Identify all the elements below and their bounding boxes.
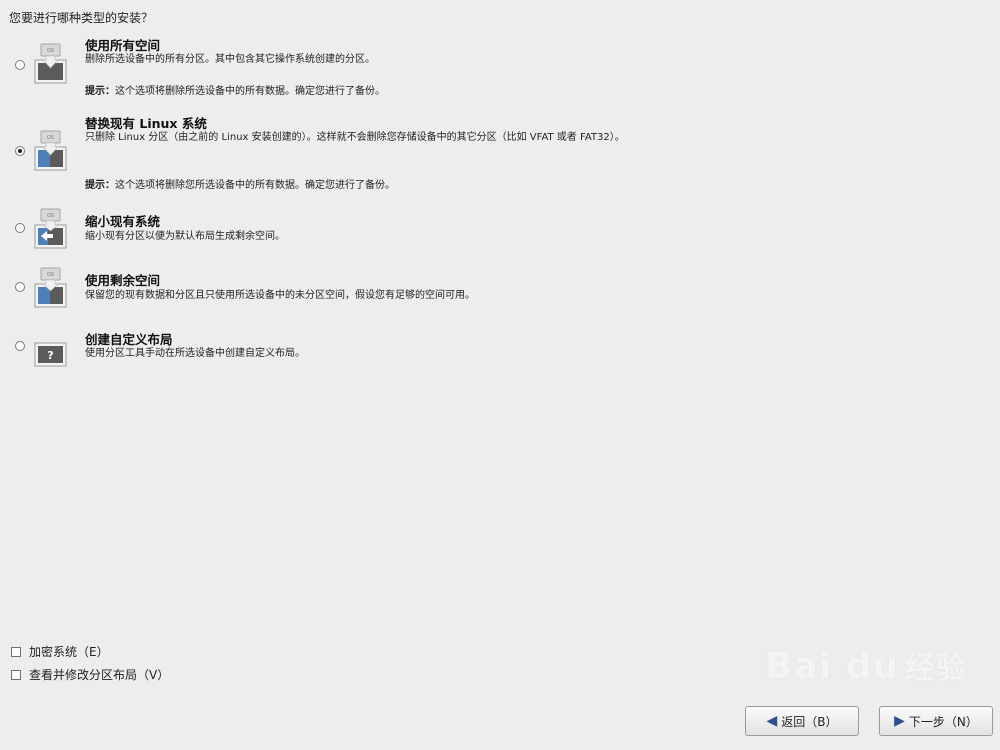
replace-linux-icon: OS <box>34 130 67 171</box>
encrypt-system-checkbox-row[interactable]: 加密系统（E） <box>11 643 109 660</box>
watermark-brand: Bai du <box>765 646 900 687</box>
review-layout-checkbox[interactable] <box>11 669 21 680</box>
baidu-watermark-logo: Bai du 经验 <box>765 643 967 687</box>
review-layout-label[interactable]: 查看并修改分区布局（V） <box>29 666 169 683</box>
back-button-label: 返回（B） <box>781 714 838 729</box>
next-button-label: 下一步（N） <box>908 714 978 729</box>
radio-custom-layout[interactable] <box>15 341 25 351</box>
option-hint: 提示：这个选项将删除所选设备中的所有数据。确定您进行了备份。 <box>85 82 385 97</box>
hint-label: 提示： <box>85 180 115 191</box>
watermark-suffix: 经验 <box>905 651 968 686</box>
svg-text:OS: OS <box>47 48 54 54</box>
svg-text:?: ? <box>47 349 53 362</box>
svg-text:OS: OS <box>47 213 54 219</box>
encrypt-system-label[interactable]: 加密系统（E） <box>29 643 109 660</box>
option-hint: 提示：这个选项将删除您所选设备中的所有数据。确定您进行了备份。 <box>85 176 395 191</box>
option-title: 使用剩余空间 <box>85 273 161 288</box>
radio-use-all-space[interactable] <box>15 60 25 70</box>
use-all-space-icon: OS <box>34 43 67 84</box>
hint-text: 这个选项将删除您所选设备中的所有数据。确定您进行了备份。 <box>115 180 395 191</box>
back-arrow-icon: ◀ <box>766 713 778 729</box>
radio-use-free-space[interactable] <box>15 282 25 292</box>
option-description: 缩小现有分区以便为默认布局生成剩余空间。 <box>85 231 285 242</box>
custom-layout-icon: ? <box>34 342 67 367</box>
shrink-system-icon: OS <box>34 208 67 249</box>
install-type-question: 您要进行哪种类型的安装？ <box>9 11 154 25</box>
option-description: 只删除 Linux 分区（由之前的 Linux 安装创建的）。这样就不会删除您存… <box>85 132 625 143</box>
next-button[interactable]: ▶ 下一步（N） <box>879 706 993 736</box>
review-layout-checkbox-row[interactable]: 查看并修改分区布局（V） <box>11 666 169 683</box>
back-button[interactable]: ◀ 返回（B） <box>745 706 859 736</box>
use-free-space-icon: OS <box>34 267 67 308</box>
next-arrow-icon: ▶ <box>894 713 905 729</box>
option-description: 保留您的现有数据和分区且只使用所选设备中的未分区空间，假设您有足够的空间可用。 <box>85 290 475 301</box>
hint-label: 提示： <box>85 86 115 97</box>
option-description: 使用分区工具手动在所选设备中创建自定义布局。 <box>85 348 305 359</box>
option-title: 缩小现有系统 <box>85 214 161 229</box>
radio-replace-linux[interactable] <box>15 146 25 156</box>
option-description: 删除所选设备中的所有分区。其中包含其它操作系统创建的分区。 <box>85 54 375 65</box>
encrypt-system-checkbox[interactable] <box>11 646 21 657</box>
radio-shrink-system[interactable] <box>15 223 25 233</box>
svg-text:OS: OS <box>47 272 54 278</box>
svg-text:OS: OS <box>47 135 54 141</box>
hint-text: 这个选项将删除所选设备中的所有数据。确定您进行了备份。 <box>115 86 385 97</box>
